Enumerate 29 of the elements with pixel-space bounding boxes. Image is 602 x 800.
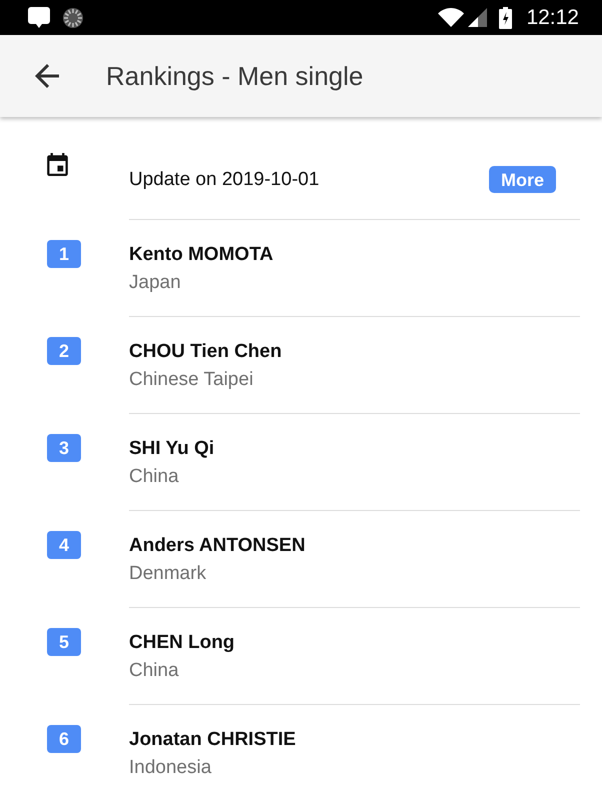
player-country: China: [129, 465, 179, 489]
player-name: Kento MOMOTA: [129, 243, 274, 267]
player-country: Indonesia: [129, 756, 212, 780]
spinner-icon: [62, 6, 84, 28]
update-date-text: Update on 2019-10-01: [129, 168, 320, 192]
player-name: CHEN Long: [129, 631, 235, 655]
rank-badge: 3: [47, 434, 81, 462]
rank-badge: 4: [47, 531, 81, 559]
rank-badge: 5: [47, 628, 81, 656]
back-arrow-icon: [35, 64, 59, 88]
status-time: 12:12: [526, 7, 579, 28]
player-name: Jonatan CHRISTIE: [129, 728, 296, 752]
rank-badge: 6: [47, 725, 81, 753]
player-country: China: [129, 659, 179, 683]
battery-charging-icon: [499, 6, 512, 28]
player-country: Japan: [129, 271, 181, 295]
signal-icon: [468, 8, 488, 27]
wifi-icon: [438, 8, 464, 27]
player-country: Chinese Taipei: [129, 368, 254, 392]
rank-badge: 1: [47, 240, 81, 268]
calendar-icon: [47, 153, 68, 176]
player-name: CHOU Tien Chen: [129, 340, 282, 364]
more-button[interactable]: More: [488, 166, 556, 193]
rank-badge: 2: [47, 337, 81, 365]
player-name: SHI Yu Qi: [129, 437, 214, 461]
screen-title: Rankings - Men single: [106, 63, 364, 89]
player-name: Anders ANTONSEN: [129, 534, 306, 558]
player-country: Denmark: [129, 562, 206, 586]
message-icon: [28, 7, 50, 28]
